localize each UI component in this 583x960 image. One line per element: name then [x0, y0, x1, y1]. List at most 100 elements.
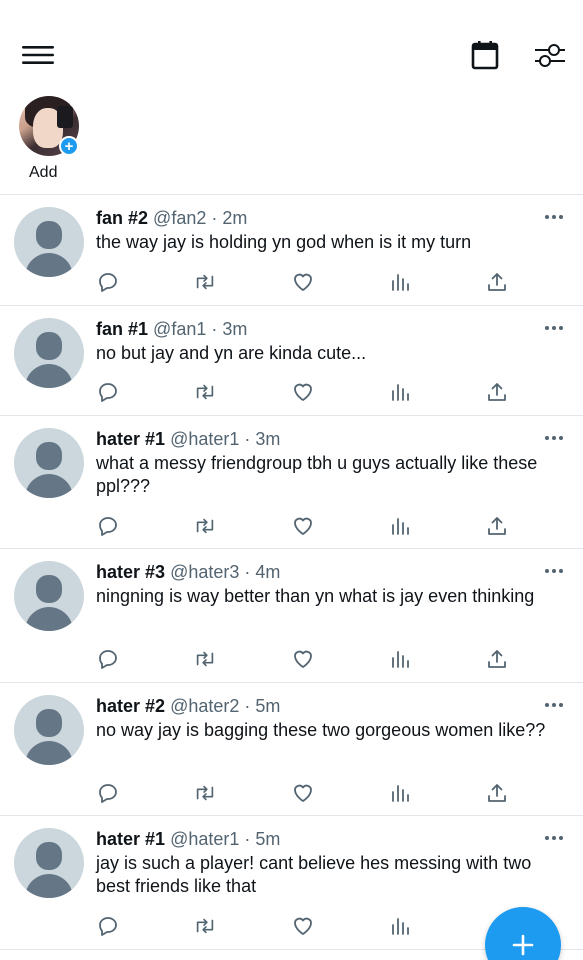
heart-icon	[294, 784, 312, 802]
author-name[interactable]: hater #1	[96, 429, 165, 449]
more-options-button[interactable]	[543, 207, 565, 227]
retweet-button[interactable]	[193, 270, 217, 294]
more-icon	[545, 569, 563, 573]
retweet-button[interactable]	[193, 514, 217, 538]
heart-icon	[294, 917, 312, 935]
tweet-header: hater #3 @hater3 · 4m	[96, 561, 280, 583]
tweet-actions	[96, 914, 516, 938]
analytics-button[interactable]	[388, 514, 412, 538]
calendar-button[interactable]	[466, 38, 504, 72]
meta-separator: ·	[244, 429, 251, 449]
tweet[interactable]: fan #1 @fan1 · 3m no but jay and yn are …	[0, 306, 583, 416]
tweet-actions	[96, 270, 516, 294]
add-fleet-badge[interactable]: +	[59, 136, 79, 156]
tweet-text: the way jay is holding yn god when is it…	[96, 232, 472, 252]
share-button[interactable]	[485, 647, 509, 671]
more-options-button[interactable]	[543, 561, 565, 581]
more-options-button[interactable]	[543, 428, 565, 448]
reply-button[interactable]	[96, 647, 120, 671]
share-button[interactable]	[485, 270, 509, 294]
tweet-header: hater #1 @hater1 · 5m	[96, 828, 280, 850]
author-handle: @hater2	[170, 696, 240, 716]
default-avatar[interactable]	[14, 428, 84, 498]
analytics-button[interactable]	[388, 647, 412, 671]
share-button[interactable]	[485, 514, 509, 538]
menu-button[interactable]	[18, 38, 58, 72]
more-options-button[interactable]	[543, 318, 565, 338]
author-handle: @hater1	[170, 829, 240, 849]
like-button[interactable]	[291, 914, 315, 938]
tweet[interactable]: hater #3 @hater3 · 4m ningning is way be…	[0, 549, 583, 682]
reply-icon	[99, 784, 117, 803]
analytics-button[interactable]	[388, 781, 412, 805]
like-button[interactable]	[291, 647, 315, 671]
meta-separator: ·	[211, 319, 218, 339]
share-icon	[488, 650, 506, 668]
reply-button[interactable]	[96, 380, 120, 404]
tweet-text: ningning is way better than yn what is j…	[96, 586, 535, 606]
default-avatar[interactable]	[14, 695, 84, 765]
meta-separator: ·	[244, 696, 251, 716]
like-button[interactable]	[291, 781, 315, 805]
heart-icon	[294, 650, 312, 668]
analytics-button[interactable]	[388, 380, 412, 404]
reply-icon	[99, 917, 117, 936]
add-fleet-label[interactable]: Add	[29, 164, 57, 182]
more-icon	[545, 703, 563, 707]
tweet-actions	[96, 514, 516, 538]
default-avatar[interactable]	[14, 318, 84, 388]
more-options-button[interactable]	[543, 828, 565, 848]
reply-button[interactable]	[96, 781, 120, 805]
tweet[interactable]: fan #2 @fan2 · 2m the way jay is holding…	[0, 195, 583, 305]
tweet-time: 3m	[255, 429, 281, 449]
tweet[interactable]: hater #1 @hater1 · 3m what a messy frien…	[0, 416, 583, 549]
retweet-button[interactable]	[193, 647, 217, 671]
author-name[interactable]: hater #1	[96, 829, 165, 849]
analytics-button[interactable]	[388, 914, 412, 938]
tweet-text: no but jay and yn are kinda cute...	[96, 343, 367, 363]
share-icon	[488, 784, 506, 802]
share-button[interactable]	[485, 781, 509, 805]
author-name[interactable]: fan #1	[96, 319, 148, 339]
meta-separator: ·	[244, 562, 251, 582]
retweet-button[interactable]	[193, 380, 217, 404]
heart-icon	[294, 383, 312, 401]
author-name[interactable]: hater #3	[96, 562, 165, 582]
bar-chart-icon	[392, 918, 409, 935]
like-button[interactable]	[291, 380, 315, 404]
default-avatar[interactable]	[14, 207, 84, 277]
tweet[interactable]: hater #2 @hater2 · 5m no way jay is bagg…	[0, 683, 583, 816]
reply-button[interactable]	[96, 914, 120, 938]
plus-icon	[512, 934, 534, 956]
reply-button[interactable]	[96, 514, 120, 538]
fleets-row: + Add	[0, 92, 583, 194]
share-icon	[488, 517, 506, 535]
tweet-text: no way jay is bagging these two gorgeous…	[96, 720, 546, 740]
tweet-time: 5m	[255, 696, 281, 716]
hamburger-icon	[22, 46, 54, 64]
reply-icon	[99, 650, 117, 669]
meta-separator: ·	[244, 829, 251, 849]
share-icon	[488, 383, 506, 401]
default-avatar[interactable]	[14, 828, 84, 898]
analytics-button[interactable]	[388, 270, 412, 294]
more-icon	[545, 215, 563, 219]
meta-separator: ·	[211, 208, 218, 228]
tweet-header: fan #2 @fan2 · 2m	[96, 207, 247, 229]
retweet-button[interactable]	[193, 781, 217, 805]
author-name[interactable]: fan #2	[96, 208, 148, 228]
tweet-time: 5m	[255, 829, 281, 849]
retweet-button[interactable]	[193, 914, 217, 938]
share-button[interactable]	[485, 380, 509, 404]
like-button[interactable]	[291, 270, 315, 294]
calendar-icon	[471, 41, 499, 70]
tweet-time: 3m	[222, 319, 248, 339]
more-icon	[545, 836, 563, 840]
timeline-settings-button[interactable]	[530, 36, 570, 74]
more-options-button[interactable]	[543, 695, 565, 715]
author-name[interactable]: hater #2	[96, 696, 165, 716]
top-bar	[0, 0, 583, 90]
default-avatar[interactable]	[14, 561, 84, 631]
reply-button[interactable]	[96, 270, 120, 294]
like-button[interactable]	[291, 514, 315, 538]
